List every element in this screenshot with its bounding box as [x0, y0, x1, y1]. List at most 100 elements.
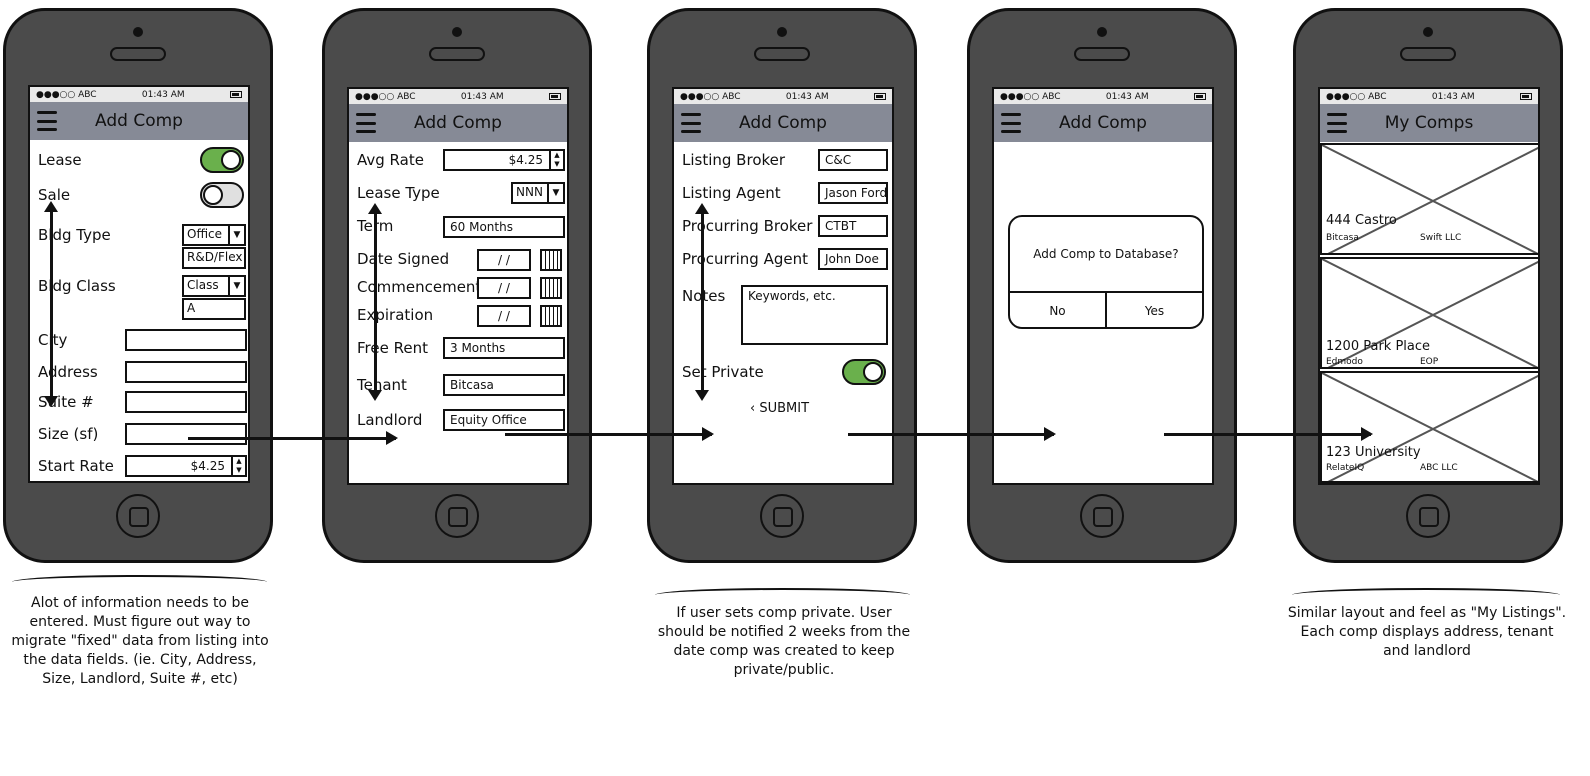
hamburger-menu-icon[interactable]	[1327, 113, 1347, 133]
bldg-class-select[interactable]: Class ▼	[182, 275, 246, 297]
title-bar: Add Comp	[674, 104, 892, 142]
home-button[interactable]	[760, 494, 804, 538]
page-title: Add Comp	[739, 113, 827, 133]
status-bar: ●●●○○ ABC 01:43 AM	[1320, 89, 1538, 104]
speaker-icon	[1400, 47, 1456, 61]
dropdown-arrow-icon: ▼	[547, 184, 563, 202]
lease-toggle[interactable]	[200, 147, 244, 173]
caption-1: Alot of information needs to be entered.…	[11, 595, 269, 687]
procuring-broker-input[interactable]: CTBT	[818, 215, 888, 237]
city-input[interactable]	[125, 329, 247, 351]
carrier-label: ●●●○○ ABC	[1326, 91, 1387, 102]
phone-3: ●●●○○ ABC 01:43 AM Add Comp Listing Brok…	[647, 8, 917, 563]
flow-arrow-2	[505, 428, 714, 440]
dropdown-arrow-icon: ▼	[228, 277, 244, 295]
battery-icon	[1193, 93, 1206, 100]
avg-rate-value: $4.25	[508, 153, 543, 167]
set-private-toggle[interactable]	[842, 359, 886, 385]
home-button[interactable]	[435, 494, 479, 538]
start-rate-value: $4.25	[190, 459, 225, 473]
avg-rate-label: Avg Rate	[357, 151, 424, 169]
phone-5: ●●●○○ ABC 01:43 AM My Comps 444 Castro B…	[1293, 8, 1563, 563]
calendar-icon[interactable]	[540, 305, 562, 327]
status-bar: ●●●○○ ABC 01:43 AM	[30, 87, 248, 102]
home-button[interactable]	[116, 494, 160, 538]
page-title: Add Comp	[95, 111, 183, 131]
status-bar: ●●●○○ ABC 01:43 AM	[994, 89, 1212, 104]
expiration-input[interactable]: / /	[477, 305, 531, 327]
lease-type-select[interactable]: NNN ▼	[511, 182, 565, 204]
comp-landlord: Swift LLC	[1420, 233, 1462, 243]
battery-icon	[548, 93, 561, 100]
bldg-class-option[interactable]: A	[182, 298, 246, 320]
start-rate-input[interactable]: $4.25 ▲ ▼	[125, 455, 247, 477]
avg-rate-input[interactable]: $4.25 ▲ ▼	[443, 149, 565, 171]
status-bar: ●●●○○ ABC 01:43 AM	[349, 89, 567, 104]
home-button[interactable]	[1080, 494, 1124, 538]
bldg-type-option-label: R&D/Flex	[187, 250, 243, 264]
page-title: Add Comp	[414, 113, 502, 133]
date-signed-input[interactable]: / /	[477, 249, 531, 271]
calendar-icon[interactable]	[540, 277, 562, 299]
listing-broker-label: Listing Broker	[682, 151, 786, 169]
hamburger-menu-icon[interactable]	[37, 111, 57, 131]
comp-tile[interactable]: 1200 Park Place Edmodo EOP	[1320, 257, 1538, 369]
scroll-arrow	[696, 203, 708, 401]
yes-button[interactable]: Yes	[1107, 293, 1202, 327]
bldg-type-select[interactable]: Office ▼	[182, 224, 246, 246]
listing-broker-input[interactable]: C&C	[818, 149, 888, 171]
suite-input[interactable]	[125, 391, 247, 413]
stepper-icon[interactable]: ▲ ▼	[231, 457, 245, 475]
tenant-input[interactable]: Bitcasa	[443, 374, 565, 396]
address-input[interactable]	[125, 361, 247, 383]
camera-icon	[133, 27, 143, 37]
screen-add-comp-1: ●●●○○ ABC 01:43 AM Add Comp Lease Sale B…	[28, 85, 250, 483]
brace-1	[12, 575, 267, 589]
notes-textarea[interactable]: Keywords, etc.	[741, 285, 888, 345]
procuring-agent-value: John Doe	[825, 252, 879, 266]
brace-3	[655, 588, 910, 602]
tenant-value: Bitcasa	[450, 378, 494, 392]
comp-landlord: ABC LLC	[1420, 463, 1458, 473]
screen-confirm: ●●●○○ ABC 01:43 AM Add Comp Add Comp to …	[992, 87, 1214, 485]
notes-value: Keywords, etc.	[748, 289, 836, 303]
submit-button[interactable]: ‹ SUBMIT	[750, 401, 809, 416]
title-bar: My Comps	[1320, 104, 1538, 142]
procuring-agent-input[interactable]: John Doe	[818, 248, 888, 270]
size-label: Size (sf)	[38, 425, 99, 443]
status-bar: ●●●○○ ABC 01:43 AM	[674, 89, 892, 104]
screen-my-comps: ●●●○○ ABC 01:43 AM My Comps 444 Castro B…	[1318, 87, 1540, 485]
battery-icon	[873, 93, 886, 100]
comp-tenant: RelateIQ	[1326, 463, 1365, 473]
free-rent-input[interactable]: 3 Months	[443, 337, 565, 359]
bldg-type-value: Office	[187, 227, 223, 241]
hamburger-menu-icon[interactable]	[1001, 113, 1021, 133]
bldg-type-option[interactable]: R&D/Flex	[182, 247, 246, 269]
landlord-value: Equity Office	[450, 413, 527, 427]
home-button[interactable]	[1406, 494, 1450, 538]
no-button[interactable]: No	[1010, 293, 1107, 327]
hamburger-menu-icon[interactable]	[356, 113, 376, 133]
comp-tile[interactable]: 444 Castro Bitcasa Swift LLC	[1320, 143, 1538, 255]
free-rent-label: Free Rent	[357, 339, 428, 357]
stepper-icon[interactable]: ▲ ▼	[549, 151, 563, 169]
address-label: Address	[38, 363, 98, 381]
phone-4: ●●●○○ ABC 01:43 AM Add Comp Add Comp to …	[967, 8, 1237, 563]
term-value: 60 Months	[450, 220, 513, 234]
size-input[interactable]	[125, 423, 247, 445]
landlord-input[interactable]: Equity Office	[443, 409, 565, 431]
commencement-input[interactable]: / /	[477, 277, 531, 299]
carrier-label: ●●●○○ ABC	[680, 91, 741, 102]
comp-tenant: Edmodo	[1326, 357, 1363, 367]
time-label: 01:43 AM	[460, 91, 504, 102]
lease-type-label: Lease Type	[357, 184, 440, 202]
term-input[interactable]: 60 Months	[443, 216, 565, 238]
start-rate-label: Start Rate	[38, 457, 114, 475]
landlord-label: Landlord	[357, 411, 423, 429]
date-placeholder: / /	[498, 281, 510, 295]
hamburger-menu-icon[interactable]	[681, 113, 701, 133]
listing-agent-input[interactable]: Jason Ford	[818, 182, 888, 204]
sale-toggle[interactable]	[200, 182, 244, 208]
comp-tile[interactable]: 123 University RelateIQ ABC LLC	[1320, 371, 1538, 483]
calendar-icon[interactable]	[540, 249, 562, 271]
